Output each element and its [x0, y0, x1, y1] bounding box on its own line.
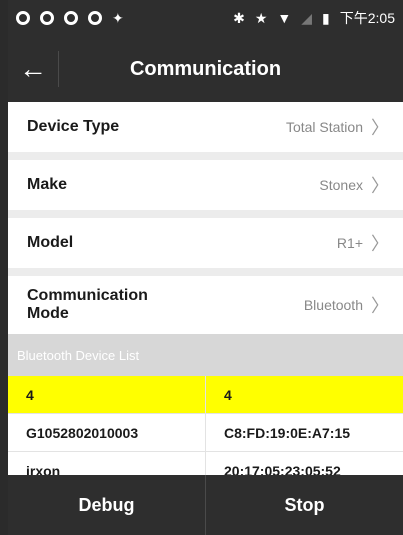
model-value: R1+ [336, 235, 363, 251]
bluetooth-list-header: Bluetooth Device List [8, 334, 403, 376]
device-type-value: Total Station [285, 119, 363, 135]
android-icon: ✦ [112, 9, 124, 26]
battery-icon: ▮ [322, 9, 330, 26]
app-bar-divider [58, 51, 59, 87]
status-right: ✱ ★ ▼ ◢ ▮ 下午2:05 [233, 8, 395, 28]
model-row[interactable]: Model R1+ 〉 [8, 218, 403, 268]
device-type-value-wrap: Total Station 〉 [286, 114, 389, 140]
footer-bar: Debug Stop [8, 475, 403, 535]
table-row[interactable]: G1052802010003 C8:FD:19:0E:A7:15 [8, 414, 403, 452]
status-left: ✦ [16, 10, 124, 27]
model-label: Model [27, 234, 74, 251]
device-type-row[interactable]: Device Type Total Station 〉 [8, 102, 403, 152]
page-title: Communication [129, 57, 282, 80]
make-row[interactable]: Make Stonex 〉 [8, 160, 403, 210]
table-header-cell: 4 [26, 386, 34, 403]
make-value: Stonex [319, 177, 363, 193]
chevron-right-icon: 〉 [371, 176, 389, 196]
app-icon [88, 11, 102, 25]
app-screen: ✦ ✱ ★ ▼ ◢ ▮ 下午2:05 ← Communication Devic… [8, 0, 403, 535]
app-icon [16, 11, 30, 25]
stop-button[interactable]: Stop [205, 475, 403, 535]
chevron-right-icon: 〉 [371, 234, 389, 254]
signal-icon: ◢ [301, 9, 313, 26]
communication-mode-row[interactable]: Communication Mode Bluetooth 〉 [8, 276, 403, 334]
debug-button[interactable]: Debug [8, 475, 205, 535]
table-header-cell: 4 [205, 376, 403, 413]
device-name-cell: G1052802010003 [26, 424, 139, 441]
app-icon [40, 11, 54, 25]
make-label: Make [27, 176, 68, 193]
table-header-row: 4 4 [8, 376, 403, 414]
communication-mode-value: Bluetooth [303, 297, 363, 313]
chevron-right-icon: 〉 [371, 118, 389, 138]
communication-mode-value-wrap: Bluetooth 〉 [304, 292, 389, 318]
communication-mode-label: Communication Mode [27, 287, 148, 322]
bluetooth-icon: ✱ [233, 9, 245, 26]
status-time: 下午2:05 [339, 10, 395, 26]
star-icon: ★ [254, 9, 268, 26]
device-type-label: Device Type [27, 118, 120, 135]
make-value-wrap: Stonex 〉 [319, 172, 389, 198]
sync-icon [64, 11, 78, 25]
device-address-cell: C8:FD:19:0E:A7:15 [205, 414, 403, 451]
wifi-icon: ▼ [277, 10, 292, 26]
app-bar: ← Communication [8, 36, 403, 102]
chevron-right-icon: 〉 [371, 296, 389, 316]
model-value-wrap: R1+ 〉 [337, 230, 389, 256]
status-bar: ✦ ✱ ★ ▼ ◢ ▮ 下午2:05 [8, 0, 403, 36]
back-arrow-icon[interactable]: ← [8, 36, 58, 102]
